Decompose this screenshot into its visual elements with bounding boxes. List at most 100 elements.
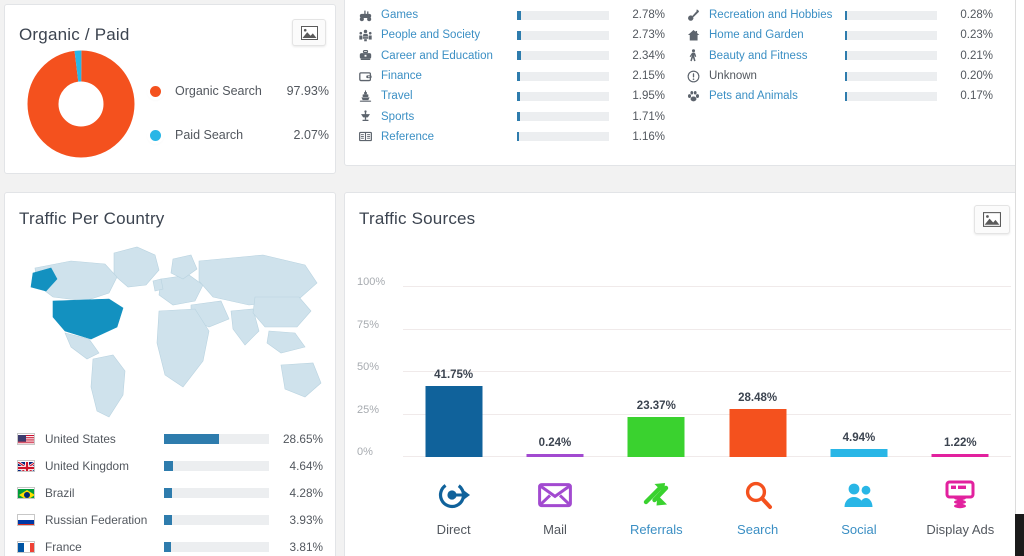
country-row[interactable]: Brazil 4.28% bbox=[17, 479, 323, 506]
bar[interactable] bbox=[425, 386, 483, 457]
games-icon bbox=[355, 9, 375, 22]
page-scrollbar-track[interactable] bbox=[1015, 0, 1024, 556]
page-scrollbar-thumb[interactable] bbox=[1015, 514, 1024, 556]
bar-category-label: Display Ads bbox=[926, 522, 995, 537]
category-row[interactable]: Finance 2.15% bbox=[355, 66, 683, 86]
y-axis-tick-label: 25% bbox=[357, 403, 380, 416]
legend-item-paid-search[interactable]: Paid Search 2.07% bbox=[150, 121, 329, 149]
bar-category-label[interactable]: Search bbox=[737, 522, 778, 537]
bar-column[interactable]: 28.48% Search bbox=[707, 239, 808, 556]
country-row[interactable]: Russian Federation 3.93% bbox=[17, 506, 323, 533]
category-row[interactable]: Reference 1.16% bbox=[355, 127, 683, 147]
category-progress-bar bbox=[517, 91, 609, 101]
category-value: 0.28% bbox=[960, 9, 993, 22]
bar-column[interactable]: 23.37% Referrals bbox=[606, 239, 707, 556]
category-row[interactable]: People and Society 2.73% bbox=[355, 25, 683, 45]
legend-dot-organic bbox=[150, 85, 161, 97]
social-people-icon[interactable] bbox=[839, 476, 879, 514]
category-name[interactable]: Pets and Animals bbox=[709, 90, 845, 102]
category-progress-bar bbox=[845, 30, 937, 40]
category-name[interactable]: Sports bbox=[381, 111, 517, 123]
y-axis-tick-label: 50% bbox=[357, 361, 380, 373]
category-name[interactable]: Home and Garden bbox=[709, 29, 845, 41]
bar-value-label: 23.37% bbox=[636, 400, 676, 413]
y-axis-tick-label: 0% bbox=[357, 446, 373, 458]
category-progress-bar bbox=[517, 10, 609, 20]
category-row[interactable]: Sports 1.71% bbox=[355, 106, 683, 126]
bar[interactable] bbox=[627, 417, 685, 457]
dashboard-root: Organic / Paid Organic Search 97.93% Pai… bbox=[0, 0, 1024, 556]
search-magnifier-icon[interactable] bbox=[738, 476, 778, 514]
donut-svg bbox=[27, 50, 135, 158]
display-ads-icon[interactable] bbox=[940, 476, 980, 514]
organic-paid-legend: Organic Search 97.93% Paid Search 2.07% bbox=[150, 77, 329, 165]
bar-column[interactable]: 0.24% Mail bbox=[504, 239, 605, 556]
ru-flag bbox=[17, 513, 35, 526]
direct-target-icon[interactable] bbox=[434, 476, 474, 514]
bar[interactable] bbox=[931, 454, 989, 457]
referrals-arrows-icon[interactable] bbox=[636, 476, 676, 514]
category-name[interactable]: People and Society bbox=[381, 29, 517, 41]
bar-column[interactable]: 1.22% Display Ads bbox=[910, 239, 1011, 556]
page-title-traffic-per-country: Traffic Per Country bbox=[19, 209, 165, 228]
category-progress-bar bbox=[517, 30, 609, 40]
country-name: United States bbox=[45, 431, 116, 446]
bar-value-label: 1.22% bbox=[943, 437, 977, 449]
career-education-icon bbox=[355, 49, 375, 62]
bar-category-label: Mail bbox=[543, 522, 567, 537]
category-row[interactable]: Pets and Animals 0.17% bbox=[683, 86, 1011, 106]
search-magnifier-icon bbox=[745, 481, 772, 509]
export-image-button-sources[interactable] bbox=[974, 205, 1010, 234]
country-row[interactable]: United States 28.65% bbox=[17, 425, 323, 452]
category-row[interactable]: Home and Garden 0.23% bbox=[683, 25, 1011, 45]
country-traffic-list: United States 28.65% United Kingdom 4.64% Br… bbox=[17, 425, 323, 556]
category-name[interactable]: Career and Education bbox=[381, 50, 517, 62]
country-row[interactable]: France 3.81% bbox=[17, 533, 323, 556]
category-row[interactable]: Travel 1.95% bbox=[355, 86, 683, 106]
category-name[interactable]: Recreation and Hobbies bbox=[709, 9, 845, 21]
beauty-fitness-icon bbox=[683, 49, 703, 62]
category-name[interactable]: Finance bbox=[381, 70, 517, 82]
country-value: 4.64% bbox=[289, 458, 323, 473]
bar[interactable] bbox=[729, 408, 787, 457]
category-name[interactable]: Reference bbox=[381, 131, 517, 143]
category-name[interactable]: Beauty and Fitness bbox=[709, 50, 845, 62]
category-name[interactable]: Games bbox=[381, 9, 517, 21]
category-value: 2.15% bbox=[632, 70, 665, 83]
traffic-sources-bar-chart: 0% 25% 50% 75% 100% 41.75% Direct 0.24% Mail 23.… bbox=[345, 239, 1021, 556]
bar-column[interactable]: 41.75% Direct bbox=[403, 239, 504, 556]
category-progress-bar bbox=[845, 71, 937, 81]
export-image-button-organic[interactable] bbox=[292, 19, 326, 46]
legend-item-organic-search[interactable]: Organic Search 97.93% bbox=[150, 77, 329, 105]
travel-icon bbox=[355, 90, 375, 103]
category-progress-bar bbox=[517, 112, 609, 122]
bar[interactable] bbox=[526, 454, 584, 457]
bar-column[interactable]: 4.94% Social bbox=[808, 239, 909, 556]
display-ads-icon bbox=[945, 480, 975, 509]
image-icon bbox=[300, 25, 318, 40]
bar-category-label[interactable]: Referrals bbox=[630, 522, 683, 537]
image-icon bbox=[983, 212, 1001, 227]
us-flag bbox=[17, 432, 35, 445]
categories-column-right: Recreation and Hobbies 0.28% Home and Gard… bbox=[683, 5, 1011, 147]
category-row[interactable]: Unknown 0.20% bbox=[683, 66, 1011, 86]
category-row[interactable]: Beauty and Fitness 0.21% bbox=[683, 46, 1011, 66]
recreation-hobbies-icon bbox=[683, 9, 703, 22]
world-map[interactable] bbox=[13, 235, 329, 421]
category-name[interactable]: Travel bbox=[381, 90, 517, 102]
bar-category-label[interactable]: Social bbox=[841, 522, 876, 537]
category-value: 0.20% bbox=[960, 70, 993, 83]
bar[interactable] bbox=[830, 448, 888, 457]
category-row[interactable]: Games 2.78% bbox=[355, 5, 683, 25]
mail-envelope-icon[interactable] bbox=[535, 476, 575, 514]
category-row[interactable]: Career and Education 2.34% bbox=[355, 46, 683, 66]
category-value: 0.21% bbox=[960, 49, 993, 62]
legend-value-organic: 97.93% bbox=[286, 84, 329, 98]
category-row[interactable]: Recreation and Hobbies 0.28% bbox=[683, 5, 1011, 25]
category-value: 0.17% bbox=[960, 90, 993, 103]
reference-icon bbox=[355, 130, 375, 143]
legend-dot-paid bbox=[150, 129, 161, 141]
country-row[interactable]: United Kingdom 4.64% bbox=[17, 452, 323, 479]
category-progress-bar bbox=[845, 10, 937, 20]
legend-value-paid: 2.07% bbox=[293, 128, 329, 142]
